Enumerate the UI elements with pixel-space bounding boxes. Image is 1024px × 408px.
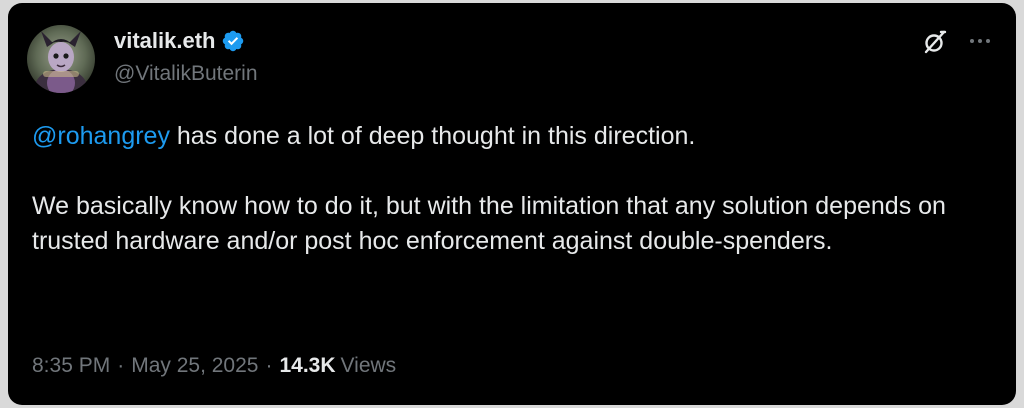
views-count[interactable]: 14.3K bbox=[279, 353, 335, 379]
avatar[interactable] bbox=[27, 25, 95, 93]
meta-separator: · bbox=[265, 354, 273, 377]
more-options-icon[interactable] bbox=[966, 29, 994, 53]
tweet-date[interactable]: May 25, 2025 bbox=[131, 353, 258, 379]
tweet-paragraph-1: @rohangrey has done a lot of deep though… bbox=[32, 119, 992, 154]
author-name-row: vitalik.eth bbox=[114, 28, 245, 54]
tweet-time[interactable]: 8:35 PM bbox=[32, 353, 110, 379]
author-handle[interactable]: @VitalikButerin bbox=[114, 61, 258, 87]
tweet-paragraph-1-text: has done a lot of deep thought in this d… bbox=[169, 122, 696, 150]
tweet-text: @rohangrey has done a lot of deep though… bbox=[32, 119, 992, 259]
tweet-meta: 8:35 PM · May 25, 2025 · 14.3K Views bbox=[32, 353, 396, 379]
views-label: Views bbox=[340, 354, 397, 377]
grok-icon[interactable] bbox=[921, 28, 949, 56]
mention-link[interactable]: @rohangrey bbox=[32, 122, 170, 150]
meta-separator: · bbox=[117, 354, 125, 377]
tweet-paragraph-2: We basically know how to do it, but with… bbox=[32, 192, 946, 255]
avatar-image bbox=[27, 25, 95, 93]
verified-badge-icon[interactable] bbox=[221, 29, 245, 53]
display-name[interactable]: vitalik.eth bbox=[114, 28, 215, 54]
tweet-card: vitalik.eth @VitalikButerin @rohangrey h… bbox=[8, 3, 1016, 405]
